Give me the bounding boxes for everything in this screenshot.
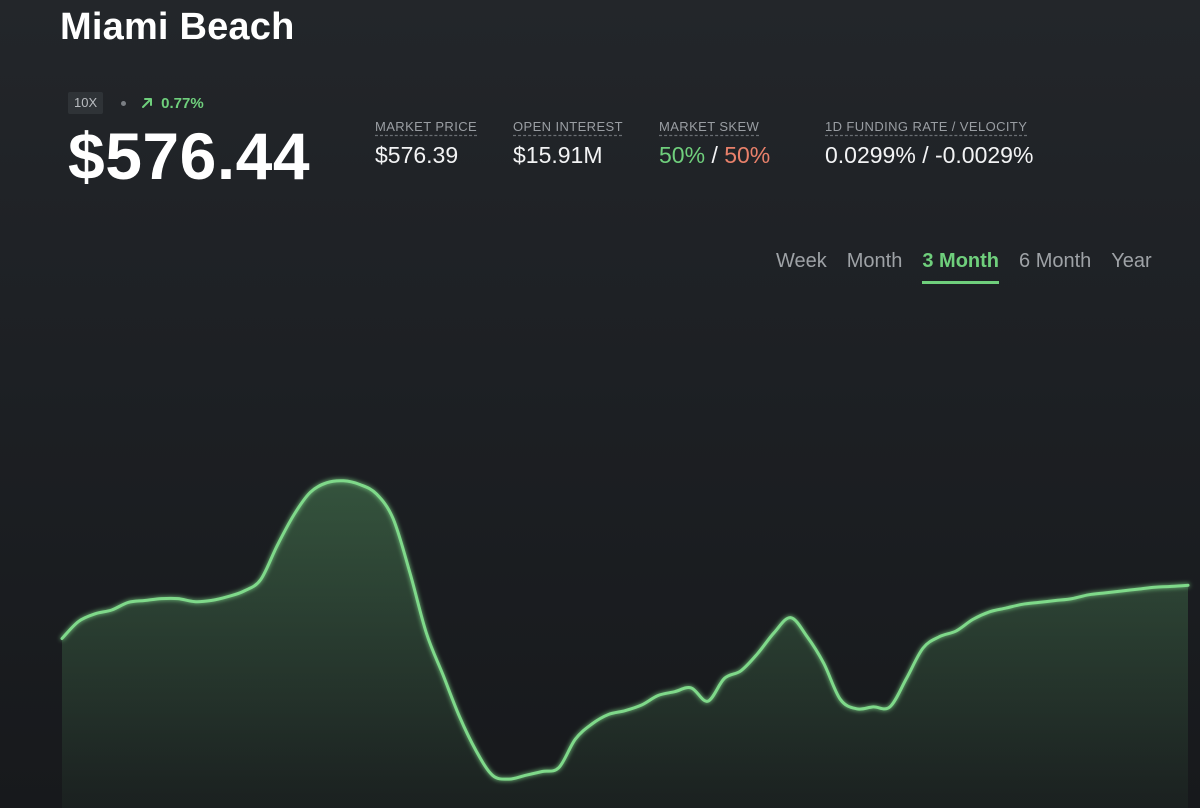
stat-label-market-skew[interactable]: MARKET SKEW	[659, 119, 770, 136]
price-change: 0.77%	[140, 95, 204, 112]
tab-3-month[interactable]: 3 Month	[922, 250, 1000, 284]
skew-short-value: 50%	[724, 142, 771, 168]
tab-6-month[interactable]: 6 Month	[1019, 250, 1091, 284]
price-area-fill	[62, 480, 1188, 808]
skew-separator: /	[711, 142, 718, 168]
price-chart[interactable]	[0, 300, 1200, 808]
price-change-value: 0.77%	[161, 94, 204, 112]
separator-dot	[121, 100, 127, 106]
stat-value-market-skew: 50% / 50%	[659, 142, 770, 169]
market-title: Miami Beach	[60, 6, 295, 48]
tab-month[interactable]: Month	[847, 250, 903, 284]
tab-year[interactable]: Year	[1111, 250, 1151, 284]
market-meta-row: 10X 0.77%	[68, 92, 204, 114]
stat-label-market-price[interactable]: MARKET PRICE	[375, 119, 477, 136]
skew-long-value: 50%	[659, 142, 706, 168]
arrow-up-right-icon	[142, 98, 153, 108]
time-range-tabs: Week Month 3 Month 6 Month Year	[776, 250, 1152, 284]
stat-value-funding-rate: 0.0299% / -0.0029%	[825, 142, 1034, 168]
stat-value-market-price: $576.39	[375, 142, 459, 168]
stat-market-skew: MARKET SKEW 50% / 50%	[659, 119, 770, 169]
stat-label-open-interest[interactable]: OPEN INTEREST	[513, 119, 623, 136]
stat-funding-rate: 1D FUNDING RATE / VELOCITY 0.0299% / -0.…	[825, 119, 1033, 169]
tab-week[interactable]: Week	[776, 250, 827, 284]
stat-market-price: MARKET PRICE $576.39	[375, 119, 477, 169]
leverage-badge: 10X	[68, 92, 104, 114]
stat-value-open-interest: $15.91M	[513, 142, 603, 168]
stat-label-funding-rate[interactable]: 1D FUNDING RATE / VELOCITY	[825, 119, 1033, 136]
current-price: $576.44	[68, 119, 311, 193]
stat-open-interest: OPEN INTEREST $15.91M	[513, 119, 623, 169]
